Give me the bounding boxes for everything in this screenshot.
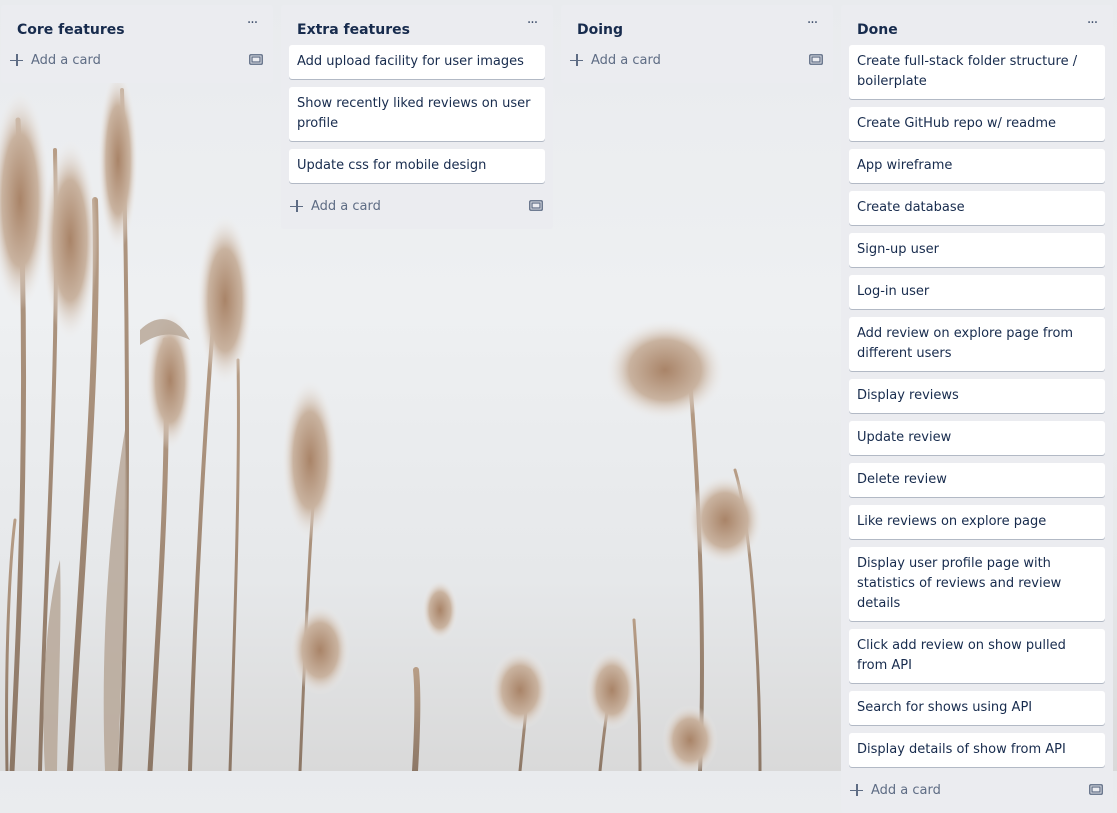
list-title[interactable]: Done [857,21,898,39]
card-template-icon[interactable] [249,53,263,65]
card[interactable]: Update css for mobile design [289,149,545,183]
card-list: Add upload facility for user images Show… [281,45,553,183]
plus-icon [7,50,27,70]
card[interactable]: Click add review on show pulled from API [849,629,1105,683]
list-title[interactable]: Doing [577,21,623,39]
card[interactable]: Create database [849,191,1105,225]
card[interactable]: Delete review [849,463,1105,497]
plus-icon [287,196,307,216]
card[interactable]: Add review on explore page from differen… [849,317,1105,371]
add-card-label: Add a card [31,52,101,68]
card-template-icon[interactable] [529,199,543,211]
list-extra-features: Extra features ··· Add upload facility f… [281,5,553,229]
add-card-label: Add a card [871,782,941,798]
ellipsis-icon[interactable]: ··· [1083,16,1101,34]
card[interactable]: Display reviews [849,379,1105,413]
add-card-label: Add a card [591,52,661,68]
ellipsis-icon[interactable]: ··· [803,16,821,34]
list-header: Extra features ··· [281,5,553,45]
add-card-row: Add a card [561,45,833,83]
card[interactable]: Display details of show from API [849,733,1105,767]
list-doing: Doing ··· Add a card [561,5,833,83]
card-list: Create full-stack folder structure / boi… [841,45,1113,767]
ellipsis-icon[interactable]: ··· [523,16,541,34]
add-card-button[interactable]: Add a card [285,191,505,221]
card[interactable]: Log-in user [849,275,1105,309]
card[interactable]: Create GitHub repo w/ readme [849,107,1105,141]
card-template-icon[interactable] [1089,783,1103,795]
card[interactable]: Update review [849,421,1105,455]
plus-icon [567,50,587,70]
add-card-row: Add a card [1,45,273,83]
card[interactable]: Search for shows using API [849,691,1105,725]
card[interactable]: Display user profile page with statistic… [849,547,1105,621]
ellipsis-icon[interactable]: ··· [243,16,261,34]
card[interactable]: App wireframe [849,149,1105,183]
card[interactable]: Like reviews on explore page [849,505,1105,539]
card[interactable]: Add upload facility for user images [289,45,545,79]
card[interactable]: Create full-stack folder structure / boi… [849,45,1105,99]
list-title[interactable]: Extra features [297,21,410,39]
plus-icon [847,780,867,800]
card[interactable]: Show recently liked reviews on user prof… [289,87,545,141]
add-card-row: Add a card [841,775,1113,813]
card[interactable]: Sign-up user [849,233,1105,267]
list-header: Core features ··· [1,5,273,45]
list-header: Done ··· [841,5,1113,45]
add-card-label: Add a card [311,198,381,214]
list-done: Done ··· Create full-stack folder struct… [841,5,1113,813]
list-title[interactable]: Core features [17,21,125,39]
list-core-features: Core features ··· Add a card [1,5,273,83]
board: Core features ··· Add a card Extra featu… [0,0,1117,813]
list-header: Doing ··· [561,5,833,45]
add-card-button[interactable]: Add a card [565,45,785,75]
add-card-button[interactable]: Add a card [845,775,1065,805]
add-card-button[interactable]: Add a card [5,45,225,75]
card-template-icon[interactable] [809,53,823,65]
add-card-row: Add a card [281,191,553,229]
